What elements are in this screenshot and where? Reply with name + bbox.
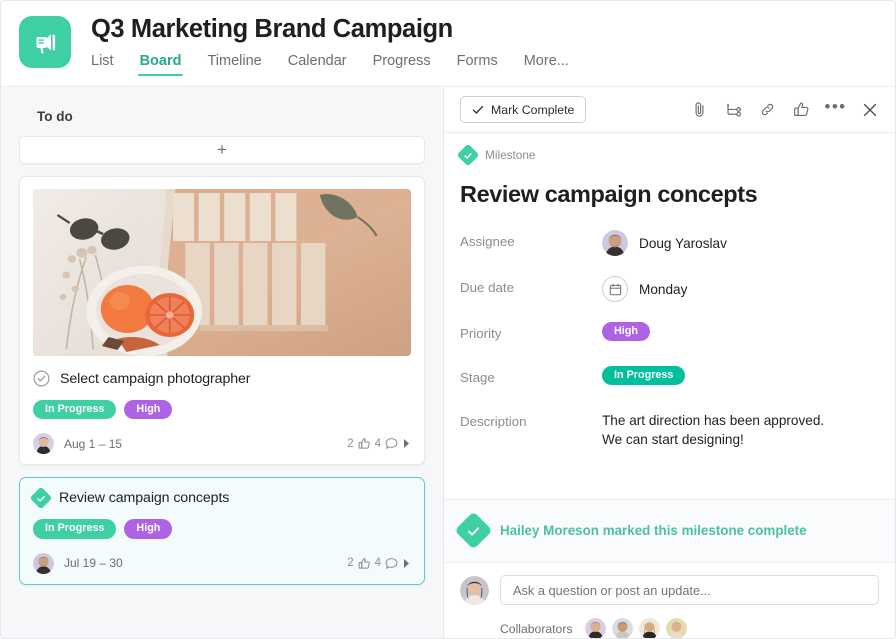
- tab-calendar[interactable]: Calendar: [288, 53, 347, 76]
- column-title: To do: [37, 109, 73, 124]
- priority-badge[interactable]: High: [124, 519, 173, 539]
- comment-icon[interactable]: [385, 557, 398, 570]
- thumbs-up-icon[interactable]: [792, 100, 811, 119]
- detail-task-title[interactable]: Review campaign concepts: [444, 163, 895, 208]
- board-column-todo: To do + Select campaign photographer In …: [1, 87, 444, 638]
- asana-board-app: Q3 Marketing Brand Campaign List Board T…: [0, 0, 896, 639]
- task-type-row: Milestone: [444, 133, 895, 167]
- comment-icon[interactable]: [385, 437, 398, 450]
- app-header: Q3 Marketing Brand Campaign List Board T…: [1, 1, 895, 87]
- field-assignee: Assignee Doug Yaroslav: [460, 230, 879, 256]
- priority-badge[interactable]: High: [602, 322, 650, 342]
- avatar[interactable]: [33, 433, 54, 455]
- comment-input[interactable]: [500, 575, 879, 605]
- close-icon[interactable]: [860, 100, 879, 119]
- status-badge[interactable]: In Progress: [33, 519, 117, 539]
- check-circle-icon[interactable]: [33, 370, 50, 387]
- collaborators-row: Collaborators: [460, 618, 879, 638]
- avatar[interactable]: [612, 618, 634, 638]
- comment-composer: Collaborators: [444, 562, 895, 638]
- task-type-label: Milestone: [485, 148, 536, 162]
- subtask-icon[interactable]: [724, 100, 743, 119]
- tab-more[interactable]: More...: [524, 53, 569, 76]
- card-meta-counts: 2 4: [347, 437, 411, 450]
- card-thumbnail-image: [33, 189, 411, 356]
- card-date: Aug 1 – 15: [64, 436, 123, 451]
- assignee-name: Doug Yaroslav: [639, 235, 727, 251]
- avatar[interactable]: [602, 230, 628, 256]
- due-date-value: Monday: [639, 281, 688, 297]
- tab-timeline[interactable]: Timeline: [207, 53, 261, 76]
- detail-fields: Assignee Doug Yaroslav Due date Monday P…: [444, 208, 895, 450]
- calendar-icon[interactable]: [602, 276, 628, 302]
- avatar[interactable]: [460, 575, 489, 605]
- field-label: Stage: [460, 370, 495, 385]
- task-card-select-campaign-photographer[interactable]: Select campaign photographer In Progress…: [19, 176, 425, 466]
- milestone-diamond-icon[interactable]: [29, 486, 53, 510]
- task-card-review-campaign-concepts[interactable]: Review campaign concepts In Progress Hig…: [19, 477, 425, 585]
- thumbs-up-icon[interactable]: [358, 557, 371, 570]
- checkmark-icon: [472, 105, 484, 114]
- field-value[interactable]: Doug Yaroslav: [602, 230, 727, 256]
- activity-text: Hailey Moreson marked this milestone com…: [500, 523, 807, 538]
- expand-arrow-icon[interactable]: [402, 438, 411, 449]
- card-date: Jul 19 – 30: [64, 556, 123, 571]
- avatar[interactable]: [639, 618, 661, 638]
- card-badges: In Progress High: [33, 519, 411, 539]
- field-label: Due date: [460, 280, 514, 295]
- more-options-icon[interactable]: •••: [824, 98, 845, 119]
- status-badge[interactable]: In Progress: [33, 400, 117, 420]
- field-label: Assignee: [460, 234, 515, 249]
- expand-arrow-icon[interactable]: [402, 558, 411, 569]
- attachment-icon[interactable]: [690, 100, 709, 119]
- task-detail-panel: Mark Complete ••• Milestone Review campa…: [444, 87, 895, 638]
- field-priority: Priority High: [460, 322, 879, 346]
- stage-badge[interactable]: In Progress: [602, 366, 686, 386]
- avatar[interactable]: [666, 618, 688, 638]
- like-count: 2: [347, 437, 354, 450]
- link-icon[interactable]: [758, 100, 777, 119]
- tab-progress[interactable]: Progress: [373, 53, 431, 76]
- description-text[interactable]: The art direction has been approved. We …: [602, 410, 824, 450]
- card-badges: In Progress High: [33, 400, 411, 420]
- view-tabs: List Board Timeline Calendar Progress Fo…: [91, 53, 569, 77]
- tab-board[interactable]: Board: [137, 53, 184, 77]
- card-meta-counts: 2 4: [347, 557, 411, 570]
- field-label: Description: [460, 414, 527, 429]
- tab-list[interactable]: List: [91, 53, 114, 76]
- mark-complete-label: Mark Complete: [491, 102, 575, 117]
- comment-count: 4: [374, 557, 381, 570]
- megaphone-icon[interactable]: [19, 16, 71, 68]
- field-stage: Stage In Progress: [460, 366, 879, 390]
- card-title: Review campaign concepts: [59, 490, 230, 507]
- field-due-date: Due date Monday: [460, 276, 879, 302]
- avatar[interactable]: [585, 618, 607, 638]
- priority-badge[interactable]: High: [124, 400, 173, 420]
- milestone-complete-icon: [454, 511, 493, 550]
- avatar[interactable]: [33, 552, 54, 574]
- mark-complete-button[interactable]: Mark Complete: [460, 96, 587, 123]
- detail-toolbar: Mark Complete •••: [444, 87, 895, 133]
- thumbs-up-icon[interactable]: [358, 437, 371, 450]
- collaborator-avatars: [585, 618, 688, 638]
- tab-forms[interactable]: Forms: [457, 53, 498, 76]
- like-count: 2: [347, 557, 354, 570]
- add-card-button[interactable]: +: [19, 136, 425, 164]
- comment-count: 4: [374, 437, 381, 450]
- card-title: Select campaign photographer: [60, 370, 251, 387]
- activity-entry: Hailey Moreson marked this milestone com…: [444, 499, 895, 562]
- field-value[interactable]: Monday: [602, 276, 687, 302]
- collaborators-label: Collaborators: [500, 621, 573, 636]
- field-description: Description The art direction has been a…: [460, 410, 879, 450]
- field-label: Priority: [460, 326, 502, 341]
- page-title: Q3 Marketing Brand Campaign: [91, 15, 453, 43]
